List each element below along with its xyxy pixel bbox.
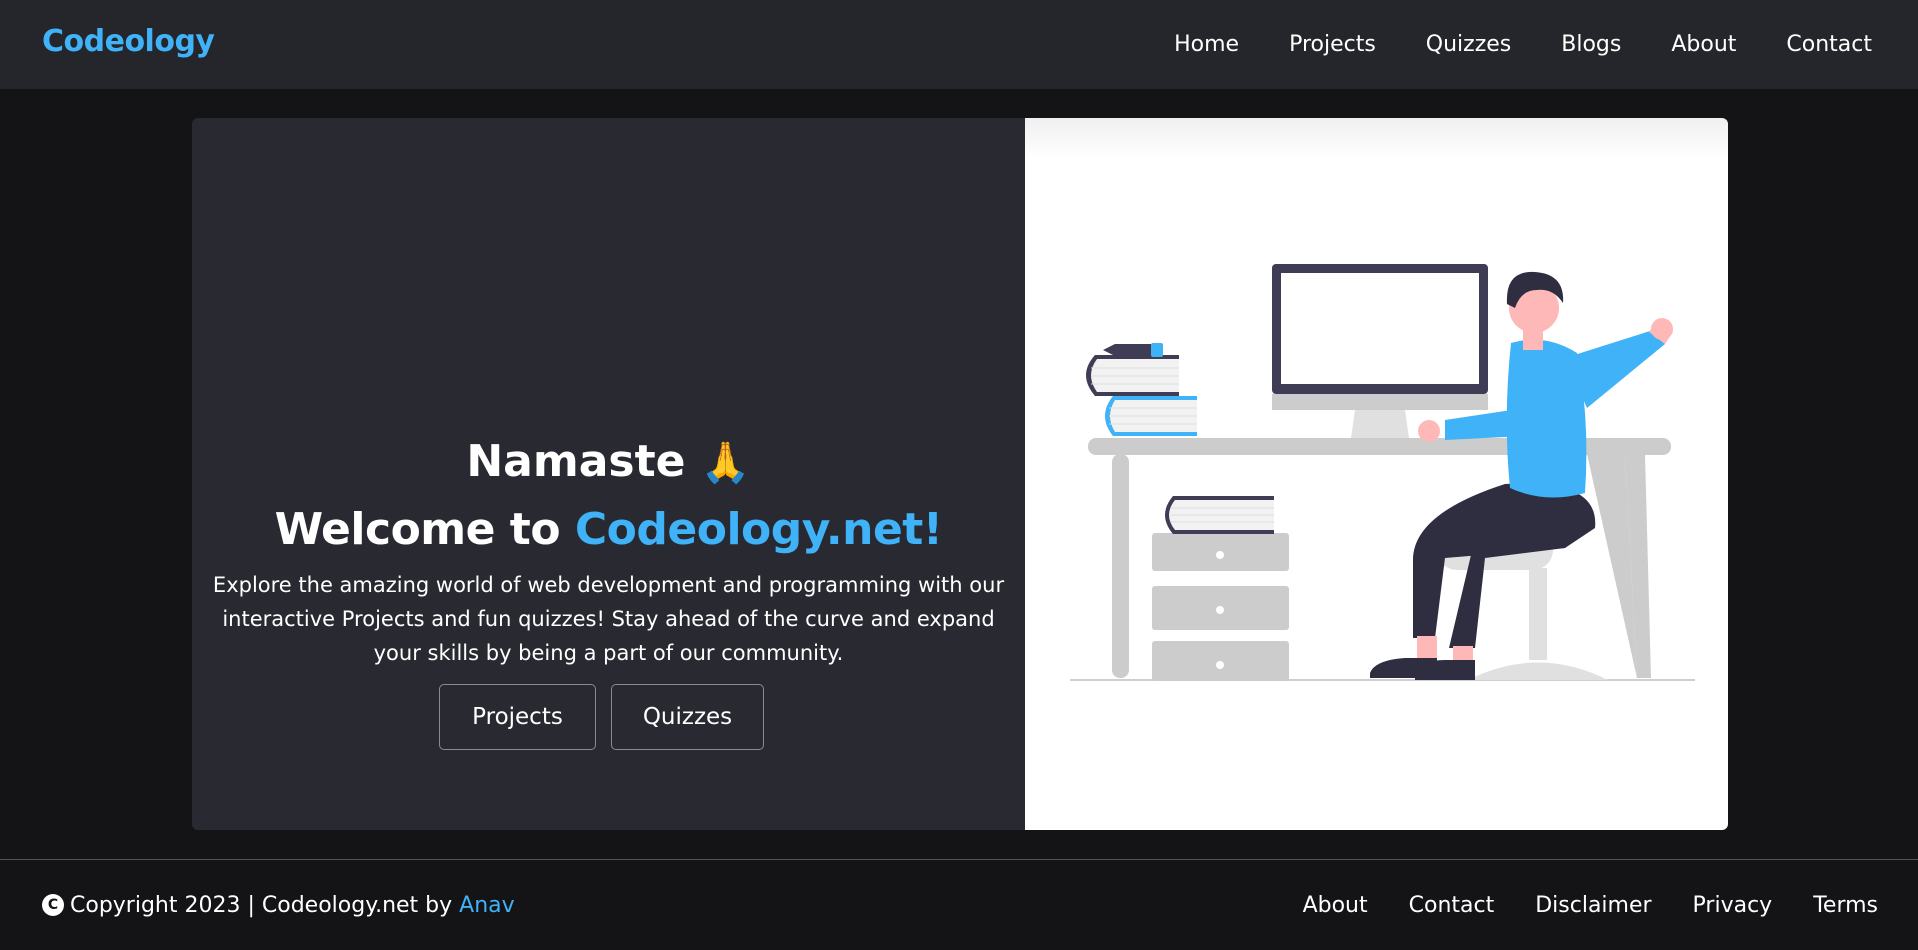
- copyright-icon: C: [42, 894, 64, 916]
- nav-item-contact[interactable]: Contact: [1786, 32, 1872, 57]
- footer-nav: About Contact Disclaimer Privacy Terms: [1303, 860, 1878, 950]
- welcome-heading: Welcome to Codeology.net!: [192, 504, 1025, 555]
- footer-link-contact[interactable]: Contact: [1409, 893, 1495, 918]
- developer-at-desk-illustration: [1025, 118, 1728, 681]
- main-nav: Home Projects Quizzes Blogs About Contac…: [1174, 0, 1872, 89]
- footer-link-about[interactable]: About: [1303, 893, 1368, 918]
- folded-hands-icon: 🙏: [700, 440, 751, 486]
- hero-illustration-panel: [1025, 118, 1728, 830]
- projects-button[interactable]: Projects: [439, 684, 596, 750]
- copyright-text: Copyright 2023 | Codeology.net by: [70, 892, 453, 918]
- site-header: Codeology Home Projects Quizzes Blogs Ab…: [0, 0, 1918, 89]
- greeting-text: Namaste: [466, 436, 686, 487]
- quizzes-button[interactable]: Quizzes: [611, 684, 764, 750]
- copyright-notice: C Copyright 2023 | Codeology.net by Anav: [42, 860, 515, 950]
- greeting-heading: Namaste 🙏: [192, 436, 1025, 487]
- brand-logo-link[interactable]: Codeology: [42, 24, 215, 59]
- nav-item-blogs[interactable]: Blogs: [1561, 32, 1621, 57]
- welcome-prefix: Welcome to: [274, 504, 561, 555]
- hero-description: Explore the amazing world of web develop…: [212, 573, 1005, 665]
- nav-item-quizzes[interactable]: Quizzes: [1426, 32, 1511, 57]
- hero-card: Namaste 🙏 Welcome to Codeology.net! Expl…: [192, 118, 1728, 830]
- welcome-site-name: Codeology.net!: [574, 504, 943, 555]
- author-link[interactable]: Anav: [459, 893, 515, 918]
- hero-text-panel: Namaste 🙏 Welcome to Codeology.net! Expl…: [192, 118, 1025, 830]
- nav-item-about[interactable]: About: [1671, 32, 1736, 57]
- footer-link-privacy[interactable]: Privacy: [1693, 893, 1773, 918]
- nav-item-home[interactable]: Home: [1174, 32, 1239, 57]
- nav-item-projects[interactable]: Projects: [1289, 32, 1376, 57]
- site-footer: C Copyright 2023 | Codeology.net by Anav…: [0, 859, 1918, 949]
- footer-link-disclaimer[interactable]: Disclaimer: [1535, 893, 1651, 918]
- footer-link-terms[interactable]: Terms: [1813, 893, 1878, 918]
